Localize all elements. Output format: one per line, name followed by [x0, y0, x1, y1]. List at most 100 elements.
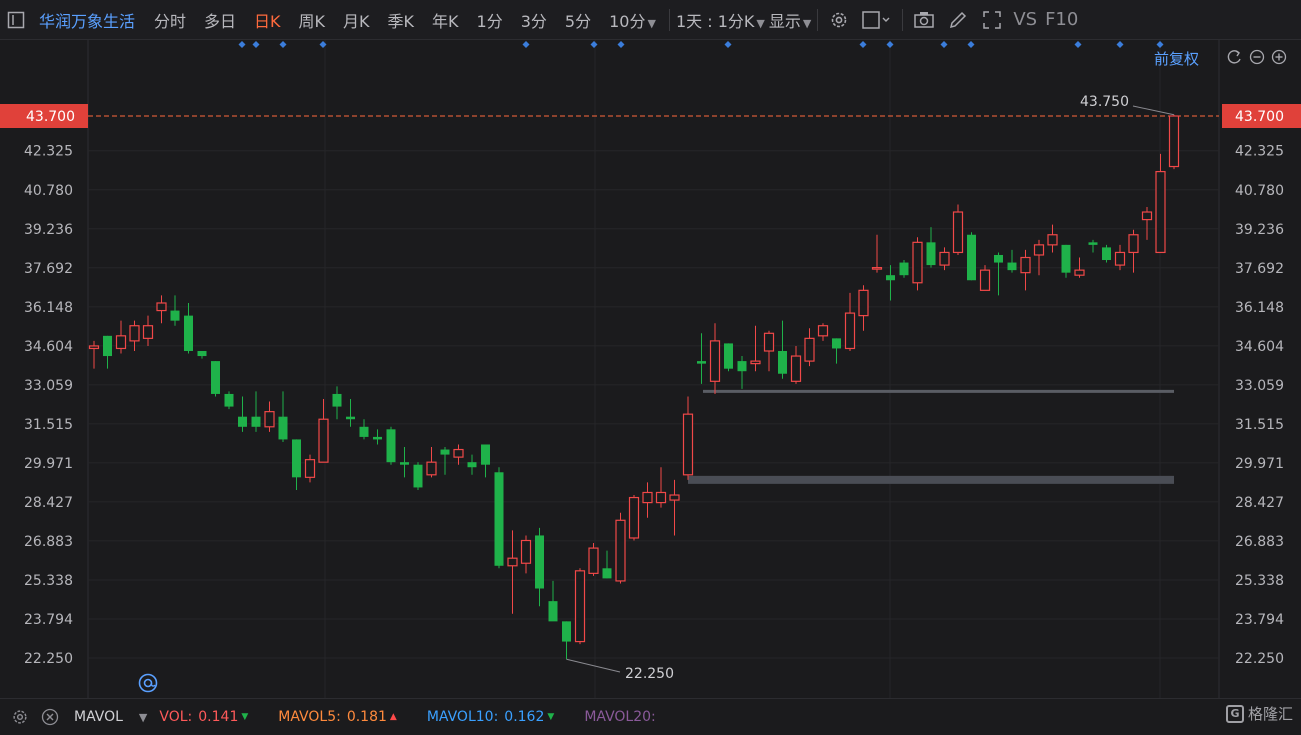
- interval-select[interactable]: 1天 : 1分K ▼: [674, 8, 767, 32]
- candle: [115, 320, 127, 354]
- candle: [426, 447, 437, 478]
- candle-body: [817, 325, 829, 337]
- event-marker-diamond: [859, 41, 867, 48]
- price-adjust-toggle[interactable]: 前复权: [1154, 48, 1199, 69]
- trend-up-icon: ▲: [389, 712, 397, 722]
- y-tick-label-left: 31.515: [24, 417, 73, 433]
- gear-icon[interactable]: [10, 707, 30, 727]
- candle-body: [790, 355, 802, 382]
- indicator-name[interactable]: MAVOL: [74, 709, 123, 725]
- stock-title[interactable]: 华润万象生活: [39, 8, 135, 32]
- candle: [142, 315, 154, 346]
- candle: [750, 325, 761, 372]
- candle-body: [737, 361, 747, 372]
- y-tick-label-left: 28.427: [24, 495, 73, 511]
- candle: [669, 479, 680, 536]
- chart-grid: [87, 40, 1220, 698]
- candle: [481, 444, 490, 478]
- f10-button[interactable]: F10: [1041, 9, 1082, 30]
- tab-multi-day[interactable]: 多日: [195, 8, 245, 32]
- candle: [858, 285, 869, 331]
- tab-quarterly-k[interactable]: 季K: [379, 8, 424, 32]
- event-marker-diamond: [1156, 41, 1164, 48]
- candle: [886, 265, 895, 301]
- candle: [1020, 249, 1031, 291]
- square-select-icon[interactable]: [860, 7, 894, 33]
- close-icon[interactable]: [40, 707, 60, 727]
- menu-icon[interactable]: [6, 10, 26, 30]
- tab-daily-k[interactable]: 日K: [245, 8, 290, 32]
- candle: [562, 621, 571, 660]
- annotations: 43.750 22.250: [566, 94, 1175, 682]
- tab-weekly-k[interactable]: 周K: [290, 8, 335, 32]
- pencil-icon[interactable]: [945, 7, 971, 33]
- candle-body: [386, 429, 396, 463]
- candle-body: [588, 547, 599, 574]
- candle: [655, 467, 667, 508]
- candle-body: [1074, 269, 1085, 276]
- camera-icon[interactable]: [911, 7, 937, 33]
- y-tick-label-left: 42.325: [24, 144, 73, 160]
- candle-body: [697, 361, 706, 364]
- event-marker-diamond: [1116, 41, 1124, 48]
- candle: [1114, 244, 1126, 271]
- candle: [1102, 244, 1111, 263]
- candle-body: [440, 449, 450, 455]
- display-select[interactable]: 显示 ▼: [767, 8, 813, 32]
- tab-10min-label: 10分: [609, 11, 646, 31]
- candle-body: [548, 601, 558, 622]
- zoom-out-icon[interactable]: [1248, 48, 1266, 66]
- candle: [682, 396, 694, 480]
- candle-body: [899, 262, 909, 276]
- candle: [292, 439, 301, 490]
- candle-body: [709, 340, 721, 382]
- candle-body: [318, 418, 329, 463]
- zoom-controls: [1226, 48, 1288, 66]
- vs-button[interactable]: VS: [1009, 9, 1041, 30]
- zoom-in-icon[interactable]: [1270, 48, 1288, 66]
- price-axes: 42.325 42.325 40.780 40.780 39.236 39.236 37.6…: [0, 104, 1301, 667]
- y-tick-label-left: 39.236: [24, 222, 73, 238]
- candle-body: [494, 472, 504, 566]
- candle-body: [264, 411, 275, 428]
- indicator-bar: MAVOL ▼ VOL: 0.141 ▼ MAVOL5: 0.181 ▲ MAVOL10: 0…: [0, 698, 1301, 735]
- tab-3min[interactable]: 3分: [512, 8, 556, 32]
- chevron-down-icon[interactable]: ▼: [139, 711, 147, 724]
- tab-10min[interactable]: 10分 ▼: [600, 8, 665, 32]
- tab-intraday[interactable]: 分时: [145, 8, 195, 32]
- y-tick-label-right: 22.250: [1235, 651, 1284, 667]
- fullscreen-icon[interactable]: [979, 7, 1005, 33]
- candle-body: [615, 519, 626, 582]
- y-tick-label-right: 42.325: [1235, 144, 1284, 160]
- candle-body: [1168, 115, 1180, 168]
- gear-icon[interactable]: [826, 7, 852, 33]
- candle: [939, 247, 950, 271]
- candle-body: [750, 360, 761, 365]
- candle-body: [197, 350, 207, 357]
- candle-body: [562, 621, 571, 642]
- candle-body: [926, 242, 936, 266]
- tab-1min[interactable]: 1分: [468, 8, 512, 32]
- candle: [467, 454, 477, 475]
- candle-body: [170, 310, 180, 321]
- candlestick-chart[interactable]: 42.325 42.325 40.780 40.780 39.236 39.236 37.6…: [0, 40, 1301, 698]
- tab-monthly-k[interactable]: 月K: [334, 8, 379, 32]
- candle-body: [763, 332, 775, 352]
- candle: [103, 335, 112, 369]
- candle: [642, 482, 653, 518]
- at-icon[interactable]: [138, 673, 158, 693]
- price-tag-right-label: 43.700: [1235, 109, 1284, 125]
- candle: [373, 429, 382, 445]
- candle-body: [467, 462, 477, 468]
- support-band: [688, 475, 1174, 484]
- candle-body: [238, 416, 247, 427]
- candle-body: [1155, 170, 1166, 254]
- tab-yearly-k[interactable]: 年K: [423, 8, 468, 32]
- tab-5min[interactable]: 5分: [556, 8, 600, 32]
- candle-body: [871, 267, 883, 270]
- candle-body: [1047, 234, 1058, 246]
- reset-icon[interactable]: [1226, 48, 1244, 66]
- event-marker-diamond: [940, 41, 948, 48]
- candle: [967, 232, 976, 281]
- candle-body: [1102, 247, 1111, 261]
